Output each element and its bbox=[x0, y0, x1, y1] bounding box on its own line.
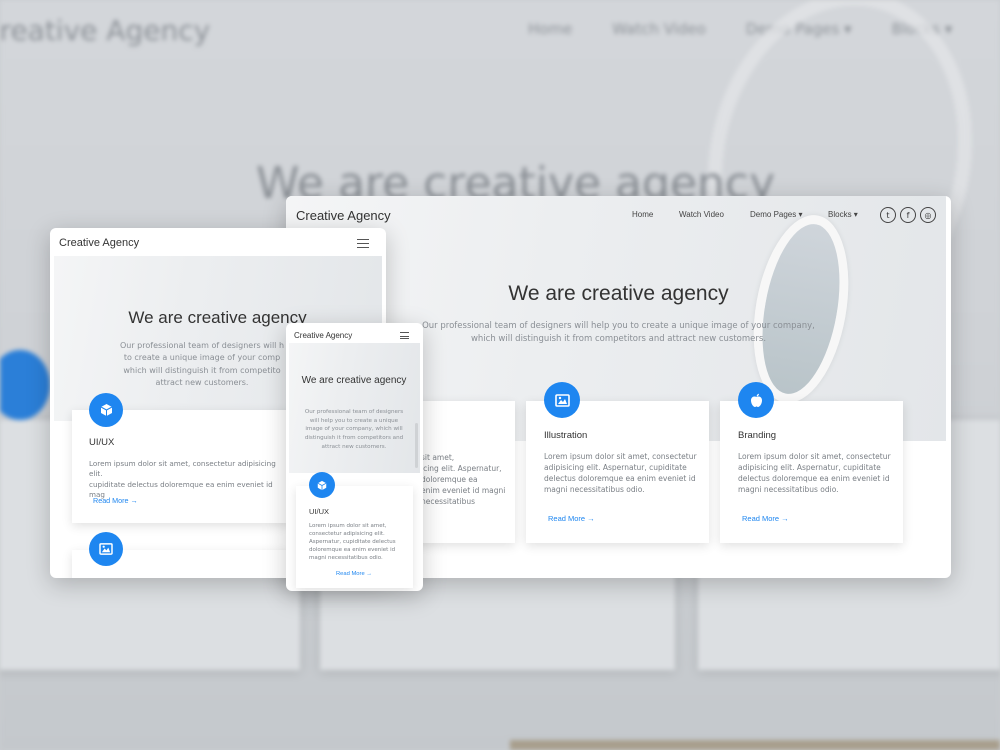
scrollbar[interactable] bbox=[415, 423, 418, 468]
bg-nav-watch: Watch Video bbox=[612, 20, 706, 38]
hero-subtitle: Our professional team of designers will … bbox=[304, 409, 404, 450]
read-more-link[interactable]: Read More → bbox=[93, 496, 138, 505]
instagram-icon[interactable]: ◎ bbox=[920, 207, 936, 223]
cube-icon bbox=[89, 393, 123, 427]
bg-icon-circle bbox=[0, 350, 50, 420]
card-uiux: UI/UX Lorem ipsum dolor sit amet, consec… bbox=[296, 486, 413, 588]
nav-home[interactable]: Home bbox=[632, 210, 653, 219]
menu-icon[interactable] bbox=[400, 332, 409, 339]
facebook-icon[interactable]: f bbox=[900, 207, 916, 223]
nav-watch-video[interactable]: Watch Video bbox=[679, 210, 724, 219]
bg-nav-home: Home bbox=[528, 20, 573, 38]
hero-title: We are creative agency bbox=[508, 282, 729, 305]
card-illustration: Illustration Lorem ipsum dolor sit amet,… bbox=[526, 401, 709, 543]
arch-window-image bbox=[740, 207, 862, 411]
apple-icon bbox=[738, 382, 774, 418]
nav-blocks[interactable]: Blocks ▾ bbox=[828, 210, 858, 219]
card-text: sit amet, icing elit. Aspernatur, dolore… bbox=[421, 453, 506, 506]
twitter-icon[interactable]: t bbox=[880, 207, 896, 223]
card-text: Lorem ipsum dolor sit amet, consectetur … bbox=[89, 459, 276, 500]
read-more-link[interactable]: Read More → bbox=[742, 514, 789, 523]
card-title: UI/UX bbox=[309, 507, 330, 516]
hero-subtitle: Our professional team of designers will … bbox=[119, 341, 285, 388]
card-text: Lorem ipsum dolor sit amet, consectetur … bbox=[309, 523, 396, 561]
hero-subtitle: Our professional team of designers will … bbox=[422, 321, 815, 345]
read-more-link[interactable]: Read More → bbox=[548, 514, 595, 523]
nav-demo-pages[interactable]: Demo Pages ▾ bbox=[750, 210, 802, 219]
brand-logo[interactable]: Creative Agency bbox=[59, 237, 139, 249]
image-icon bbox=[89, 532, 123, 566]
social-links: t f ◎ bbox=[880, 207, 936, 223]
card-text: Lorem ipsum dolor sit amet, consectetur … bbox=[738, 452, 891, 494]
card-title: UI/UX bbox=[89, 437, 115, 448]
cube-icon bbox=[309, 472, 335, 498]
card-title: Illustration bbox=[544, 430, 588, 441]
image-icon bbox=[544, 382, 580, 418]
bg-footer-image bbox=[510, 740, 1000, 750]
bg-brand: Creative Agency bbox=[0, 14, 211, 47]
brand-logo[interactable]: Creative Agency bbox=[294, 331, 352, 340]
read-more-link[interactable]: Read More → bbox=[336, 571, 372, 577]
card-text: Lorem ipsum dolor sit amet, consectetur … bbox=[544, 452, 697, 494]
brand-logo[interactable]: Creative Agency bbox=[296, 208, 391, 223]
card-title: Branding bbox=[738, 430, 777, 441]
phone-preview: Creative Agency We are creative agency O… bbox=[286, 323, 423, 591]
menu-icon[interactable] bbox=[357, 239, 369, 248]
hero-title: We are creative agency bbox=[301, 375, 407, 386]
card-branding: Branding Lorem ipsum dolor sit amet, con… bbox=[720, 401, 903, 543]
